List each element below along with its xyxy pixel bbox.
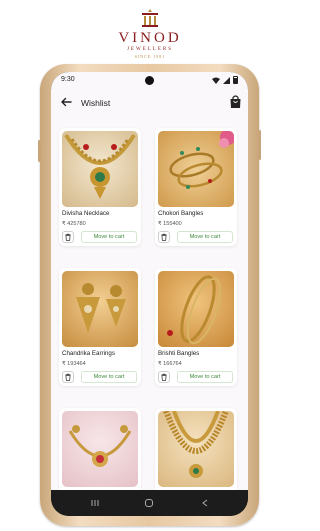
volume-button bbox=[258, 130, 261, 160]
phone-screen: 9:30 Wishlist Divisha Necklace ₹ 425780 … bbox=[51, 72, 248, 516]
shopping-bag-icon[interactable] bbox=[229, 94, 242, 109]
wishlist-screen: 9:30 Wishlist Divisha Necklace ₹ 425780 … bbox=[51, 72, 248, 498]
android-nav-bar bbox=[51, 490, 248, 516]
app-bar: Wishlist bbox=[51, 92, 248, 116]
wishlist-card bbox=[155, 408, 237, 498]
trash-icon[interactable] bbox=[62, 371, 74, 383]
wishlist-card: Chandrika Earrings ₹ 193464 Move to cart bbox=[59, 268, 141, 386]
signal-icon bbox=[223, 76, 230, 84]
product-image-bangles-2[interactable] bbox=[158, 271, 234, 347]
trash-icon[interactable] bbox=[158, 371, 170, 383]
wishlist-card bbox=[59, 408, 141, 498]
move-to-cart-button[interactable]: Move to cart bbox=[81, 371, 137, 383]
front-camera bbox=[145, 76, 154, 85]
brand-name: VINOD bbox=[118, 30, 182, 46]
back-arrow-icon[interactable] bbox=[59, 95, 73, 109]
product-name: Brishti Bangles bbox=[158, 350, 200, 357]
trash-icon[interactable] bbox=[62, 231, 74, 243]
page-title: Wishlist bbox=[81, 98, 111, 108]
home-icon[interactable] bbox=[143, 497, 155, 509]
recents-icon[interactable] bbox=[89, 497, 101, 509]
trash-icon[interactable] bbox=[158, 231, 170, 243]
move-to-cart-button[interactable]: Move to cart bbox=[177, 231, 233, 243]
wishlist-card: Chokori Bangles ₹ 155400 Move to cart bbox=[155, 128, 237, 246]
crown-logo-icon bbox=[142, 9, 158, 27]
product-price: ₹ 155400 bbox=[158, 221, 182, 227]
product-price: ₹ 166764 bbox=[158, 361, 182, 367]
status-time: 9:30 bbox=[61, 76, 75, 83]
wifi-icon bbox=[212, 77, 220, 84]
wishlist-card: Brishti Bangles ₹ 166764 Move to cart bbox=[155, 268, 237, 386]
status-bar: 9:30 bbox=[51, 72, 248, 90]
product-image-bangles[interactable] bbox=[158, 131, 234, 207]
product-image-earrings[interactable] bbox=[62, 271, 138, 347]
back-triangle-icon[interactable] bbox=[199, 497, 211, 509]
power-button bbox=[38, 140, 41, 162]
product-name: Divisha Necklace bbox=[62, 210, 110, 217]
product-image-necklace[interactable] bbox=[62, 131, 138, 207]
product-image-long-necklace[interactable] bbox=[158, 411, 234, 487]
product-image-necklace-set[interactable] bbox=[62, 411, 138, 487]
battery-icon bbox=[233, 76, 238, 84]
move-to-cart-button[interactable]: Move to cart bbox=[177, 371, 233, 383]
showcase-stage: VINOD JEWELLERS SINCE 1981 9:30 Wishlist bbox=[0, 0, 300, 531]
move-to-cart-button[interactable]: Move to cart bbox=[81, 231, 137, 243]
product-name: Chokori Bangles bbox=[158, 210, 204, 217]
product-name: Chandrika Earrings bbox=[62, 350, 115, 357]
product-price: ₹ 193464 bbox=[62, 361, 86, 367]
brand-since: SINCE 1981 bbox=[134, 54, 166, 59]
wishlist-card: Divisha Necklace ₹ 425780 Move to cart bbox=[59, 128, 141, 246]
brand-tagline: JEWELLERS bbox=[126, 47, 174, 52]
status-icons bbox=[212, 76, 238, 84]
product-price: ₹ 425780 bbox=[62, 221, 86, 227]
